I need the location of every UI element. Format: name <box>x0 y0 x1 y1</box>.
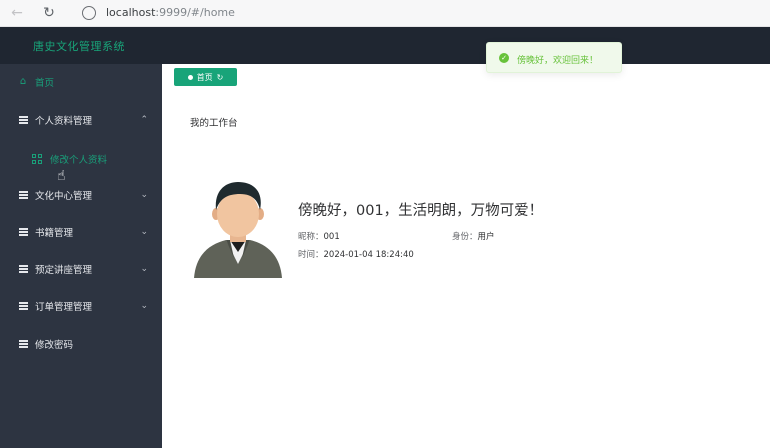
sidebar-subitem-edit-profile[interactable]: 修改个人资料 <box>0 147 162 171</box>
welcome-toast: ✓ 傍晚好，欢迎回来！ <box>486 42 622 73</box>
list-icon <box>18 264 28 274</box>
sidebar-item-label: 修改密码 <box>35 340 74 351</box>
tab-home[interactable]: 首页 ↻ <box>174 68 237 86</box>
reload-icon[interactable]: ↻ <box>40 4 58 22</box>
main-content: 首页 ↻ 我的工作台 傍晚好，001，生活明朗，万物可爱！ 昵称：001 身份：… <box>162 64 770 448</box>
browser-toolbar: ← ↻ localhost:9999/#/home <box>0 0 770 27</box>
sidebar-item-label: 个人资料管理 <box>35 116 93 127</box>
sidebar-item-lecture-booking[interactable]: 预定讲座管理 ⌄ <box>0 251 162 287</box>
sidebar-item-profile-management[interactable]: 个人资料管理 ⌃ <box>0 102 162 138</box>
time-row: 时间：2024-01-04 18:24:40 <box>298 248 414 260</box>
role-row: 身份：用户 <box>452 230 495 242</box>
sidebar-subitem-label: 修改个人资料 <box>50 155 108 166</box>
nickname-value: 001 <box>323 232 340 242</box>
sidebar-item-orders[interactable]: 订单管理管理 ⌄ <box>0 288 162 324</box>
sidebar-item-books[interactable]: 书籍管理 ⌄ <box>0 214 162 250</box>
sidebar-item-label: 首页 <box>35 78 55 89</box>
sidebar-item-label: 订单管理管理 <box>35 302 93 313</box>
list-icon <box>18 190 28 200</box>
home-icon: ⌂ <box>19 76 27 87</box>
chevron-down-icon: ⌄ <box>140 264 148 274</box>
site-info-icon[interactable] <box>82 6 96 20</box>
time-label: 时间： <box>298 250 324 260</box>
app-title: 唐史文化管理系统 <box>33 40 125 53</box>
chevron-down-icon: ⌄ <box>140 227 148 237</box>
tab-home-label: 首页 <box>196 72 213 82</box>
sidebar-item-label: 书籍管理 <box>35 228 74 239</box>
back-arrow-icon[interactable]: ← <box>8 4 26 22</box>
workspace-title: 我的工作台 <box>190 118 238 129</box>
check-circle-icon: ✓ <box>499 53 509 63</box>
grid-icon <box>32 154 42 164</box>
role-value: 用户 <box>477 232 495 242</box>
user-avatar <box>194 182 282 278</box>
chevron-down-icon: ⌄ <box>140 190 148 200</box>
list-icon <box>18 227 28 237</box>
sidebar: ⌂ 首页 个人资料管理 ⌃ 修改个人资料 文化中心管理 ⌄ 书籍管理 ⌄ 预定讲… <box>0 64 162 448</box>
sidebar-item-label: 文化中心管理 <box>35 191 93 202</box>
dot-icon <box>187 74 193 80</box>
toast-message: 傍晚好，欢迎回来！ <box>517 56 599 66</box>
app-header: 唐史文化管理系统 <box>0 27 770 64</box>
role-label: 身份： <box>452 232 478 242</box>
refresh-icon[interactable]: ↻ <box>217 73 224 82</box>
sidebar-item-culture-center[interactable]: 文化中心管理 ⌄ <box>0 177 162 213</box>
list-icon <box>18 339 28 349</box>
list-icon <box>18 301 28 311</box>
sidebar-item-label: 预定讲座管理 <box>35 265 93 276</box>
sidebar-item-change-password[interactable]: 修改密码 <box>0 326 162 362</box>
sidebar-item-home[interactable]: ⌂ 首页 <box>0 64 162 100</box>
chevron-up-icon: ⌃ <box>140 115 148 125</box>
hand-cursor-icon: ☝ <box>57 168 66 184</box>
address-bar[interactable]: localhost:9999/#/home <box>106 6 235 19</box>
nickname-label: 昵称： <box>298 232 324 242</box>
url-path: :9999/#/home <box>155 6 235 19</box>
time-value: 2024-01-04 18:24:40 <box>323 250 414 260</box>
url-host: localhost <box>106 6 156 19</box>
chevron-down-icon: ⌄ <box>140 301 148 311</box>
list-icon <box>18 115 28 125</box>
greeting-text: 傍晚好，001，生活明朗，万物可爱！ <box>298 203 544 219</box>
nickname-row: 昵称：001 <box>298 230 340 242</box>
